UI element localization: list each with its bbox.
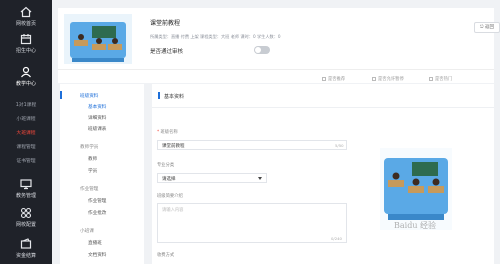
option-bar: 是否推荐 是否允许暂停 是否热门 — [58, 69, 494, 83]
home-icon — [20, 6, 32, 18]
menu-item-schedule[interactable]: 班级课表 — [88, 126, 106, 132]
baidu-watermark: Baidu 经验 — [394, 221, 437, 230]
course-header: 课堂前教程 所属类型：直播 付费 上架 课程类型：大班 老师 课时：0 学生人数… — [58, 8, 500, 69]
nav-label-teaching: 教学中心 — [15, 81, 36, 87]
menu-item-basic-info[interactable]: 基本资料 — [88, 104, 106, 110]
menu-group-teachers[interactable]: 教师学员 — [80, 144, 98, 150]
nav-sub-item[interactable]: 小班课程 — [0, 115, 52, 122]
course-meta: 所属类型：直播 付费 上架 课程类型：大班 老师 课时：0 学生人数：0 — [150, 34, 281, 39]
option-label: 是否推荐 — [328, 77, 346, 82]
nav-label-finance: 资金结算 — [15, 253, 36, 259]
option-hot[interactable]: 是否热门 — [429, 76, 452, 82]
class-side-menu: 班级资料 基本资料 详细资料 班级课表 教师学员 教师 学员 作业管理 作业管理… — [60, 84, 144, 264]
course-title: 课堂前教程 — [150, 20, 181, 27]
section-title: 基本资料 — [164, 94, 185, 100]
review-toggle[interactable] — [254, 46, 270, 54]
back-button[interactable]: ⎋ 返回 — [474, 22, 500, 33]
wallet-icon — [20, 238, 32, 249]
nav-label-enroll: 招生中心 — [15, 48, 36, 54]
menu-item-students[interactable]: 学员 — [88, 168, 97, 174]
nav-label-config: 网校配置 — [15, 222, 36, 228]
menu-item-teachers[interactable]: 教师 — [88, 156, 97, 162]
menu-item-live[interactable]: 直播班 — [88, 240, 102, 246]
option-recommend[interactable]: 是否推荐 — [322, 76, 345, 82]
nav-item-home[interactable]: 网校首页 — [0, 6, 52, 27]
menu-active-indicator — [60, 91, 62, 99]
review-label: 是否通过审核 — [150, 49, 184, 55]
nav-sub-item[interactable]: 1对1课程 — [0, 101, 52, 108]
calendar-icon — [20, 34, 32, 45]
cover-preview-image — [380, 148, 452, 230]
class-name-counter: 5/50 — [335, 143, 344, 148]
category-label: 专业分类 — [157, 163, 175, 168]
section-header: 基本资料 — [152, 84, 494, 108]
nav-item-config[interactable]: 网校配置 — [0, 207, 52, 228]
nav-item-enroll[interactable]: 招生中心 — [0, 33, 52, 54]
menu-item-grading[interactable]: 作业批改 — [88, 210, 106, 216]
nav-sub-item[interactable]: 证书管理 — [0, 157, 52, 164]
class-name-input[interactable]: 课堂前教程 — [157, 140, 347, 150]
nav-item-teaching[interactable]: 教学中心 — [0, 66, 52, 87]
menu-group-class-info[interactable]: 班级资料 — [80, 93, 98, 99]
nav-label-academic: 教务管理 — [15, 193, 36, 199]
nav-label-home: 网校首页 — [15, 21, 36, 27]
menu-item-homework[interactable]: 作业管理 — [88, 198, 106, 204]
option-label: 是否允许暂停 — [378, 77, 404, 82]
menu-item-docs[interactable]: 文档资料 — [88, 252, 106, 258]
course-cover-image — [64, 14, 132, 64]
checkbox-icon — [322, 77, 326, 81]
nav-sub-item[interactable]: 课程管理 — [0, 143, 52, 150]
chevron-down-icon — [258, 177, 262, 180]
settings-icon — [20, 207, 32, 219]
back-label: 返回 — [485, 25, 494, 30]
nav-item-finance[interactable]: 资金结算 — [0, 238, 52, 259]
intro-textarea[interactable]: 请输入内容 — [157, 203, 347, 243]
users-icon — [21, 66, 31, 78]
fee-method-label: 收费方式 — [157, 253, 175, 258]
section-mark — [158, 92, 160, 99]
class-name-label: * 班级名称 — [157, 130, 178, 135]
checkbox-icon — [429, 77, 433, 81]
left-nav: 网校首页 招生中心 教学中心 1对1课程 小班课程 大班课程 课程管理 证书管理… — [0, 0, 52, 264]
intro-counter: 0/240 — [331, 236, 342, 241]
category-value: 请选择 — [162, 177, 176, 182]
nav-sub-item-active[interactable]: 大班课程 — [0, 129, 52, 136]
monitor-icon — [20, 179, 32, 190]
checkbox-icon — [372, 77, 376, 81]
menu-item-detail-info[interactable]: 详细资料 — [88, 115, 106, 121]
nav-item-academic[interactable]: 教务管理 — [0, 178, 52, 199]
category-select[interactable]: 请选择 — [157, 173, 267, 183]
menu-group-homework[interactable]: 作业管理 — [80, 186, 98, 192]
option-allow-pause[interactable]: 是否允许暂停 — [372, 76, 404, 82]
intro-label: 班级简要介绍 — [157, 194, 183, 199]
menu-group-small-class[interactable]: 小班课 — [80, 228, 94, 234]
option-label: 是否热门 — [435, 77, 453, 82]
